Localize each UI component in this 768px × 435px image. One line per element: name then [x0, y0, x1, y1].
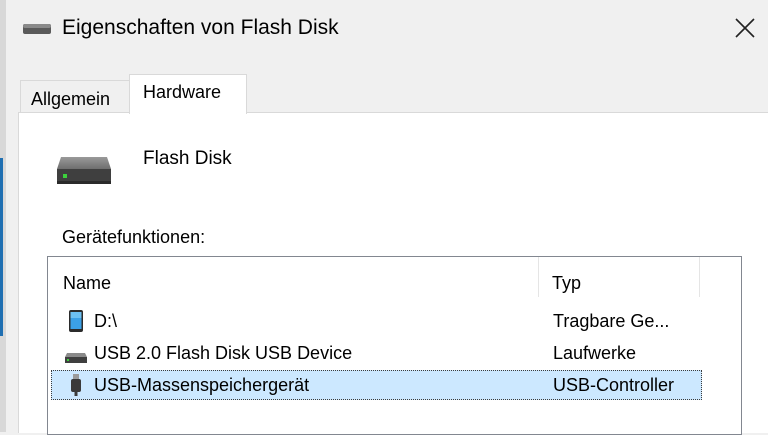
device-functions-label: Gerätefunktionen:: [62, 227, 206, 247]
list-item-selected[interactable]: USB-Massenspeichergerät USB-Controller: [51, 370, 702, 400]
drive-icon: [23, 24, 51, 34]
hardware-panel: Flash Disk Gerätefunktionen: Name Typ D:…: [18, 112, 768, 435]
column-header-name[interactable]: Name: [48, 257, 539, 297]
item-name: USB-Massenspeichergerät: [94, 375, 310, 395]
background-window-accent: [0, 158, 3, 336]
device-name: Flash Disk: [143, 148, 232, 169]
item-type: USB-Controller: [553, 375, 675, 395]
tab-hardware[interactable]: Hardware: [129, 74, 247, 114]
item-name: USB 2.0 Flash Disk USB Device: [94, 343, 353, 363]
tab-label: Allgemein: [31, 89, 111, 109]
window-title: Eigenschaften von Flash Disk: [62, 16, 339, 39]
column-header-type[interactable]: Typ: [539, 257, 700, 297]
item-type: Laufwerke: [553, 343, 637, 363]
title-bar: Eigenschaften von Flash Disk: [6, 0, 768, 58]
background-window-edge: [0, 0, 6, 432]
item-name: D:\: [94, 311, 118, 331]
tab-label: Hardware: [143, 82, 222, 102]
list-item[interactable]: D:\ Tragbare Ge...: [51, 306, 702, 336]
close-icon: [735, 18, 755, 38]
portable-device-icon: [69, 310, 83, 332]
list-item[interactable]: USB 2.0 Flash Disk USB Device Laufwerke: [51, 338, 702, 368]
close-button[interactable]: [722, 8, 768, 48]
tab-allgemein[interactable]: Allgemein: [20, 80, 130, 113]
usb-plug-icon: [71, 374, 81, 396]
device-functions-list[interactable]: Name Typ D:\ Tragbare Ge... USB 2.0 Flas…: [47, 256, 742, 435]
drive-icon: [57, 157, 111, 184]
drive-icon: [65, 353, 87, 363]
item-type: Tragbare Ge...: [553, 311, 670, 331]
